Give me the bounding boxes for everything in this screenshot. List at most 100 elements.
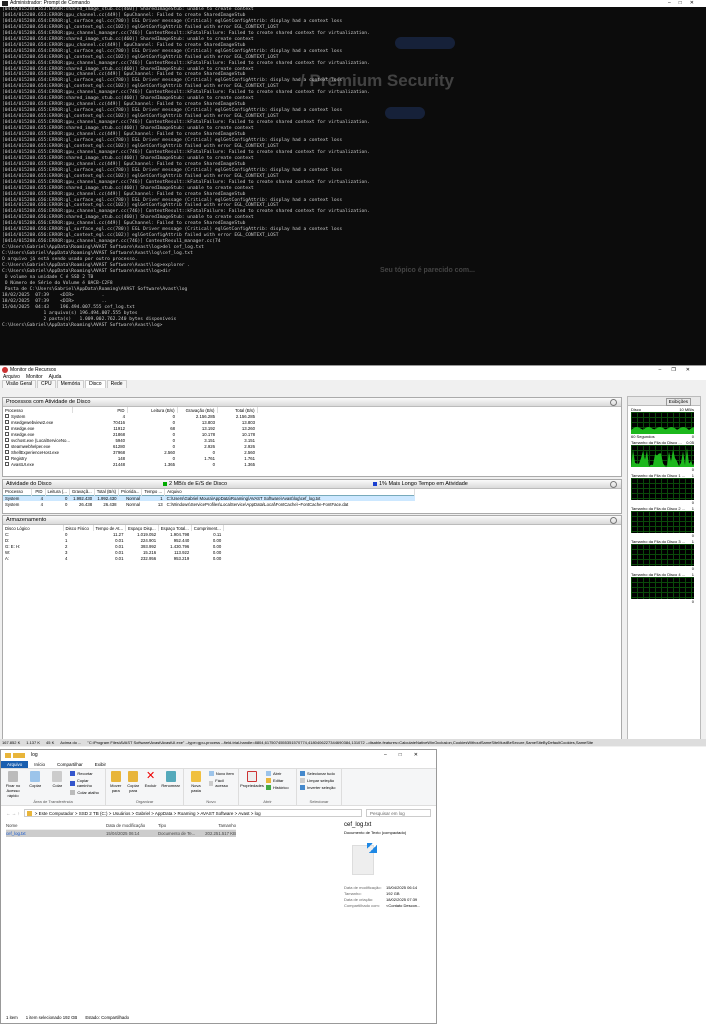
ribbon-tab[interactable]: Exibir bbox=[89, 761, 112, 768]
window-controls[interactable]: –□✕ bbox=[668, 0, 702, 7]
collapse-icon[interactable] bbox=[610, 517, 617, 524]
cell: svchost.exe (LocalServiceNo... bbox=[3, 437, 72, 443]
checkbox[interactable] bbox=[5, 426, 9, 431]
column-header[interactable]: Espaço Total... bbox=[158, 525, 192, 531]
graph-2: Tamanho da Fila do Disco 1 ... 1 0 bbox=[631, 473, 694, 505]
cell-text: 953.219 bbox=[173, 555, 190, 561]
window-controls[interactable]: –❐✕ bbox=[659, 366, 700, 374]
column-header[interactable]: Tamanho bbox=[202, 822, 236, 829]
graph-canvas bbox=[631, 577, 694, 599]
tab-3[interactable]: Disco bbox=[85, 380, 106, 388]
cell-text: 0 bbox=[64, 501, 68, 507]
bg-similar: Seu tópico é parecido com... bbox=[380, 267, 475, 274]
console-output[interactable]: [0414/015208.653:ERROR:shared_image_stub… bbox=[2, 7, 370, 328]
checkbox[interactable] bbox=[5, 462, 9, 467]
quick-access-toolbar[interactable] bbox=[5, 753, 25, 758]
cell-text: 1.904.798 bbox=[170, 531, 190, 537]
clear-selection-button[interactable]: Limpar seleção bbox=[300, 778, 335, 783]
cell: 4 bbox=[31, 501, 45, 507]
graph-line bbox=[631, 448, 694, 467]
preview-name: cef_log.txt bbox=[344, 822, 372, 828]
cell-text: 10.178 bbox=[241, 431, 255, 437]
new-item-button[interactable]: Novo item bbox=[208, 771, 235, 776]
tab-2[interactable]: Memória bbox=[56, 380, 85, 388]
ribbon-tab[interactable]: Início bbox=[28, 761, 51, 768]
cell-text: svchost.exe (LocalServiceNo... bbox=[11, 437, 70, 443]
cell-text: W: bbox=[5, 549, 11, 555]
ribbon-tab[interactable]: Compartilhar bbox=[51, 761, 89, 768]
column-header[interactable]: Espaço Disp... bbox=[125, 525, 159, 531]
column-header[interactable]: Gravaçã... bbox=[69, 489, 95, 495]
rm-title: Monitor de Recursos bbox=[10, 367, 57, 373]
collapse-icon[interactable] bbox=[610, 399, 617, 406]
cut-button[interactable]: Recortar bbox=[70, 771, 102, 776]
file-row[interactable]: cef_log.txt 15/04/2025 06:14 Documento de … bbox=[6, 830, 236, 837]
io-legend-icon bbox=[163, 481, 167, 486]
graph-min: 0 bbox=[691, 500, 694, 505]
address-bar[interactable]: > Este Computador > SSD 2 TB (C:) > Usuá… bbox=[23, 809, 362, 817]
cell-text: 224.901 bbox=[140, 537, 157, 543]
checkbox[interactable] bbox=[5, 450, 9, 455]
console-line: [0414/015208.654:ERROR:gpu_channel_manag… bbox=[2, 30, 370, 36]
views-button[interactable]: Exibições bbox=[665, 398, 691, 406]
cell-text: 11.27 bbox=[113, 531, 124, 537]
column-header[interactable]: Total (B/s) bbox=[94, 489, 120, 495]
search-input[interactable]: Pesquisar em log bbox=[366, 809, 431, 817]
column-header[interactable]: Tipo bbox=[158, 822, 202, 829]
cell-text: 37968 bbox=[113, 449, 125, 455]
tab-4[interactable]: Rede bbox=[106, 380, 127, 388]
cell-text: System bbox=[5, 495, 20, 501]
open-button[interactable]: Abrir bbox=[266, 771, 289, 776]
easy-access-button[interactable]: Fácil acesso bbox=[208, 778, 235, 788]
graphs-pane: Exibições Disco 10 MB/s 60 Segundos 0 Tamanh… bbox=[627, 396, 701, 746]
cell-text: 2 bbox=[65, 543, 68, 549]
checkbox[interactable] bbox=[5, 456, 9, 461]
column-header[interactable]: Leitura (... bbox=[45, 489, 70, 495]
column-header[interactable]: Priorida... bbox=[118, 489, 143, 495]
graph-canvas bbox=[631, 478, 694, 500]
table-row[interactable]: System 4 0 26.438 26.438 Normal 13 C:\Windows\S… bbox=[3, 501, 415, 507]
checkbox[interactable] bbox=[5, 414, 9, 419]
checkbox[interactable] bbox=[5, 432, 9, 437]
checkbox[interactable] bbox=[5, 438, 9, 443]
paste-shortcut-button[interactable]: Colar atalho bbox=[70, 790, 102, 795]
column-header[interactable]: Compriment... bbox=[191, 525, 224, 531]
column-header[interactable]: Nome bbox=[6, 822, 106, 829]
cell-text: 1.992.430 bbox=[73, 495, 93, 501]
cell-text: msedge.exe bbox=[11, 431, 35, 437]
graph-footer: 0 bbox=[631, 467, 694, 472]
column-header[interactable]: Disco Físico bbox=[63, 525, 94, 531]
status-bar: 1 item 1 item selecionado 192 GB Estado: C… bbox=[6, 1015, 129, 1020]
tab-1[interactable]: CPU bbox=[37, 380, 56, 388]
cell-text: 21448 bbox=[113, 461, 125, 467]
copy-path-button[interactable]: Copiar caminho bbox=[70, 778, 102, 788]
graph-min: 0 bbox=[691, 533, 694, 538]
process-command-line-row[interactable]: 167.852 K 1.137 K 45 K Acima do ... "C:\Prog… bbox=[0, 739, 706, 746]
cell-text: G: E: H: bbox=[5, 543, 21, 549]
table-row[interactable]: A: 4 0.01 232.956 953.219 0.00 bbox=[3, 555, 223, 561]
select-all-button[interactable]: Selecionar tudo bbox=[300, 771, 335, 776]
history-button[interactable]: Histórico bbox=[266, 785, 289, 790]
column-header[interactable]: Tempo ... bbox=[141, 489, 166, 495]
nav-arrows[interactable]: ← → ↑ bbox=[6, 811, 20, 816]
edit-button[interactable]: Editar bbox=[266, 778, 289, 783]
cell-text: 232.956 bbox=[140, 555, 157, 561]
cell-text: 3.151 bbox=[244, 437, 255, 443]
table-row[interactable]: AvastUI.exe 21448 1.365 0 1.365 bbox=[3, 461, 257, 467]
cell-text: 148 bbox=[117, 455, 125, 461]
invert-selection-button[interactable]: Inverter seleção bbox=[300, 785, 335, 790]
column-header[interactable]: Tempo de At... bbox=[93, 525, 126, 531]
tab-0[interactable]: Visão Geral bbox=[2, 380, 37, 388]
collapse-icon[interactable] bbox=[610, 481, 617, 488]
cell-text: 15.216 bbox=[143, 549, 157, 555]
column-header[interactable]: Data de modificação bbox=[106, 822, 158, 829]
cmd-title: Administrador: Prompt de Comando bbox=[10, 0, 90, 6]
graph-footer: 60 Segundos 0 bbox=[631, 434, 694, 439]
window-controls[interactable]: –□✕ bbox=[384, 750, 430, 761]
cell-text: 13.803 bbox=[241, 419, 255, 425]
checkbox[interactable] bbox=[5, 420, 9, 425]
ribbon-tab[interactable]: Arquivo bbox=[1, 761, 29, 768]
cell-text: 0.01 bbox=[115, 543, 124, 549]
cell-text: 11912 bbox=[113, 425, 125, 431]
checkbox[interactable] bbox=[5, 444, 9, 449]
